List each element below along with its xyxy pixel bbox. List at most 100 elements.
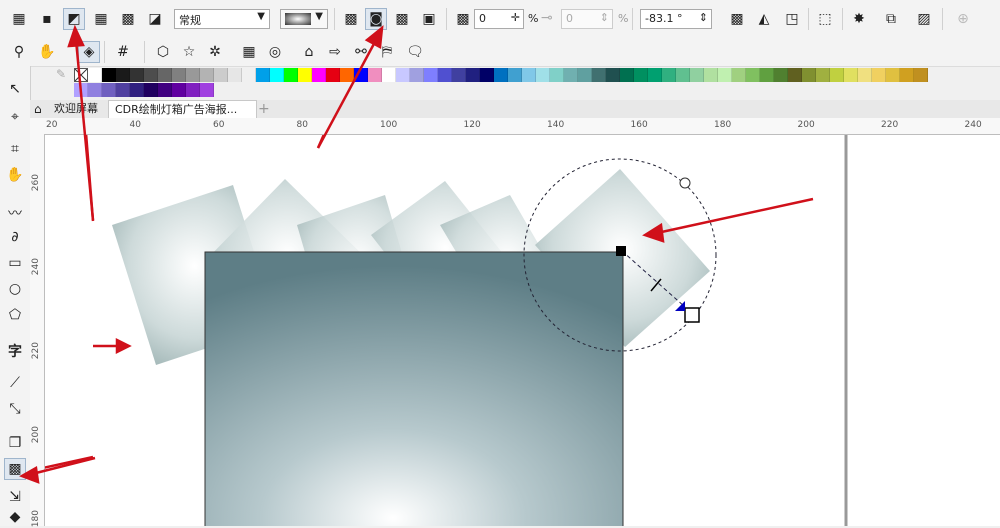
- color-swatch[interactable]: [676, 68, 690, 82]
- dimension-tool-icon[interactable]: ⟋: [4, 372, 26, 394]
- transparency-picker[interactable]: ▼: [280, 9, 328, 29]
- color-swatch[interactable]: [424, 68, 438, 82]
- color-swatch[interactable]: [88, 68, 102, 82]
- color-swatch[interactable]: [102, 68, 116, 82]
- node-transparency-field[interactable]: 0 ✛: [474, 9, 524, 29]
- color-swatch[interactable]: [88, 83, 102, 97]
- graph-paper-icon[interactable]: ▦: [238, 41, 260, 63]
- connector-tool-icon[interactable]: ⤡: [4, 398, 26, 420]
- text-tool-icon[interactable]: 字: [4, 340, 26, 362]
- end-node[interactable]: [684, 307, 700, 323]
- rectangle-tool-icon[interactable]: ▭: [4, 252, 26, 274]
- grid-icon[interactable]: #: [112, 41, 134, 63]
- add-tab-icon[interactable]: +: [252, 100, 276, 118]
- elliptical-fountain-icon[interactable]: ◙: [365, 8, 387, 30]
- pan-icon[interactable]: ✋: [36, 41, 58, 63]
- color-swatch[interactable]: [718, 68, 732, 82]
- color-swatch[interactable]: [158, 83, 172, 97]
- drop-shadow-tool-icon[interactable]: ❐: [4, 432, 26, 454]
- color-swatch[interactable]: [144, 68, 158, 82]
- color-swatch[interactable]: [410, 68, 424, 82]
- color-swatch[interactable]: [592, 68, 606, 82]
- color-swatch[interactable]: [396, 68, 410, 82]
- edit-transparency-icon[interactable]: ⬚: [814, 8, 836, 30]
- smooth-transition-icon[interactable]: ▩: [726, 8, 748, 30]
- color-swatch[interactable]: [466, 68, 480, 82]
- polygon-tool-icon[interactable]: ⬠: [4, 304, 26, 326]
- color-swatch[interactable]: [200, 68, 214, 82]
- color-swatch[interactable]: [270, 68, 284, 82]
- copy-transparency-icon[interactable]: ⧉: [880, 8, 902, 30]
- color-swatch[interactable]: [172, 68, 186, 82]
- texture-transparency-icon[interactable]: ◪: [144, 8, 166, 30]
- add-icon[interactable]: ⊕: [952, 8, 974, 30]
- crop-tool-icon[interactable]: ⌗: [4, 138, 26, 160]
- color-swatch[interactable]: [242, 68, 256, 82]
- color-swatch[interactable]: [214, 68, 228, 82]
- color-swatch[interactable]: [872, 68, 886, 82]
- zoom-icon[interactable]: ⚲: [8, 41, 30, 63]
- artistic-media-icon[interactable]: ∂: [4, 226, 26, 248]
- pan-tool-icon[interactable]: ✋: [4, 164, 26, 186]
- linear-fountain-icon[interactable]: ▩: [340, 8, 362, 30]
- color-swatch[interactable]: [74, 83, 88, 97]
- color-swatch[interactable]: [438, 68, 452, 82]
- banner-shapes-icon[interactable]: ⛿: [376, 41, 398, 63]
- color-swatch[interactable]: [914, 68, 928, 82]
- color-swatch[interactable]: [662, 68, 676, 82]
- color-swatch[interactable]: [858, 68, 872, 82]
- color-swatch[interactable]: [256, 68, 270, 82]
- color-swatch[interactable]: [186, 68, 200, 82]
- color-swatch[interactable]: [158, 68, 172, 82]
- color-swatch[interactable]: [620, 68, 634, 82]
- color-swatch[interactable]: [732, 68, 746, 82]
- color-swatch[interactable]: [536, 68, 550, 82]
- color-swatch[interactable]: [788, 68, 802, 82]
- bitmap-pattern-transparency-icon[interactable]: ▩: [117, 8, 139, 30]
- color-swatch[interactable]: [312, 68, 326, 82]
- star-icon[interactable]: ☆: [178, 41, 200, 63]
- color-swatch[interactable]: [508, 68, 522, 82]
- color-swatch[interactable]: [480, 68, 494, 82]
- node-transparency-icon[interactable]: ▩: [452, 8, 474, 30]
- conical-fountain-icon[interactable]: ▩: [391, 8, 413, 30]
- vector-pattern-transparency-icon[interactable]: ▦: [90, 8, 112, 30]
- polygon-icon[interactable]: ⬡: [152, 41, 174, 63]
- ellipse-tool-icon[interactable]: ○: [4, 278, 26, 300]
- spiral-icon[interactable]: ◎: [264, 41, 286, 63]
- color-swatch[interactable]: [284, 68, 298, 82]
- angle-field[interactable]: -83.1 ° ⇕: [640, 9, 712, 29]
- color-swatch[interactable]: [494, 68, 508, 82]
- tab-document[interactable]: CDR绘制灯箱广告海报...: [108, 100, 257, 119]
- callout-shapes-icon[interactable]: 🗨: [404, 41, 426, 63]
- pick-tool-icon[interactable]: ↖: [4, 78, 26, 100]
- color-swatch[interactable]: [900, 68, 914, 82]
- color-swatch[interactable]: [774, 68, 788, 82]
- color-swatch[interactable]: [760, 68, 774, 82]
- color-swatch[interactable]: [116, 68, 130, 82]
- color-swatch[interactable]: [130, 83, 144, 97]
- rotation-handle[interactable]: [679, 177, 691, 189]
- no-transparency-icon[interactable]: ▦: [8, 8, 30, 30]
- freeze-transparency-icon[interactable]: ◳: [781, 8, 803, 30]
- eyedropper-icon[interactable]: ✎: [56, 68, 74, 84]
- color-swatch[interactable]: [606, 68, 620, 82]
- color-swatch[interactable]: [144, 83, 158, 97]
- color-swatch[interactable]: [452, 68, 466, 82]
- color-swatch[interactable]: [522, 68, 536, 82]
- shape-tool-icon[interactable]: ⌖: [4, 106, 26, 128]
- color-swatch[interactable]: [816, 68, 830, 82]
- color-swatch[interactable]: [564, 68, 578, 82]
- freehand-tool-icon[interactable]: 〰: [4, 202, 26, 224]
- flowchart-shapes-icon[interactable]: ⚯: [350, 41, 372, 63]
- clear-transparency-icon[interactable]: ▨: [913, 8, 935, 30]
- color-swatch[interactable]: [550, 68, 564, 82]
- color-swatch[interactable]: [186, 83, 200, 97]
- interactive-fill-icon[interactable]: ◆: [4, 506, 26, 528]
- star-burst-icon[interactable]: ✸: [848, 8, 870, 30]
- color-swatch[interactable]: [634, 68, 648, 82]
- color-swatch[interactable]: [368, 68, 382, 82]
- main-rectangle[interactable]: [204, 251, 624, 526]
- color-swatch[interactable]: [886, 68, 900, 82]
- rectangular-fountain-icon[interactable]: ▣: [418, 8, 440, 30]
